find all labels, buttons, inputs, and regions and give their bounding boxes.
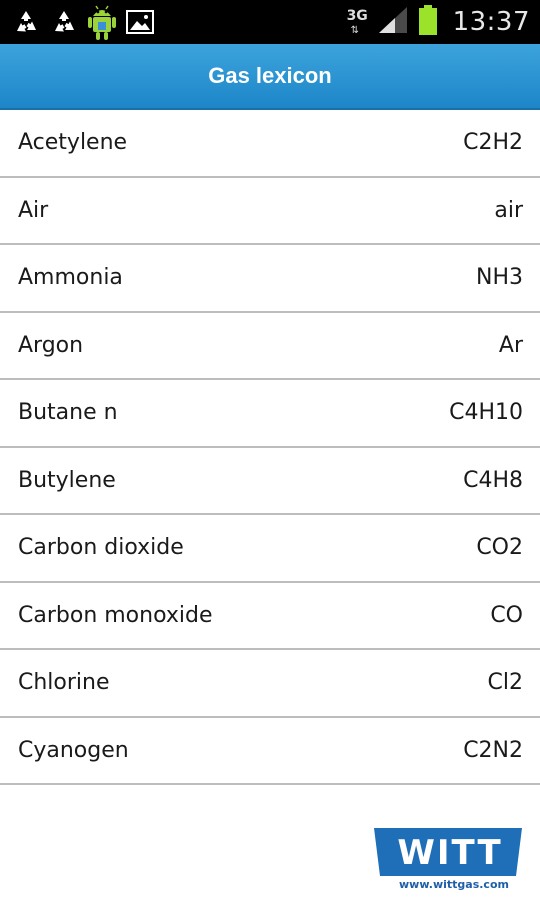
witt-logo[interactable]: WITT www.wittgas.com — [370, 826, 526, 896]
list-item[interactable]: Carbon dioxide CO2 — [0, 515, 540, 583]
list-item[interactable]: Butylene C4H8 — [0, 448, 540, 515]
recycle-icon — [10, 6, 42, 38]
gas-formula: air — [494, 197, 523, 223]
gas-name: Argon — [18, 332, 84, 358]
gas-name: Carbon monoxide — [18, 602, 213, 628]
gas-name: Air — [18, 197, 49, 223]
system-indicators: 3G ⇅ 13:37 — [347, 4, 530, 40]
list-item[interactable]: Chlorine Cl2 — [0, 650, 540, 718]
logo-url: www.wittgas.com — [399, 878, 509, 891]
gas-formula: C4H10 — [449, 400, 523, 426]
gas-name: Acetylene — [18, 130, 128, 156]
battery-icon — [417, 4, 439, 41]
list-item[interactable]: Ammonia NH3 — [0, 245, 540, 313]
gas-formula: Cl2 — [487, 670, 523, 696]
gas-formula: C2N2 — [463, 737, 523, 763]
list-item[interactable]: Argon Ar — [0, 313, 540, 380]
gas-formula: CO2 — [476, 535, 523, 561]
gallery-icon — [124, 6, 156, 38]
status-bar: 3G ⇅ 13:37 — [0, 0, 540, 44]
page-title: Gas lexicon — [208, 63, 332, 88]
gas-formula: Ar — [498, 332, 523, 358]
gas-name: Carbon dioxide — [18, 535, 184, 561]
witt-logo-badge: WITT — [374, 828, 522, 876]
gas-name: Cyanogen — [18, 737, 129, 763]
gas-formula: CO — [490, 602, 523, 628]
notification-icons — [10, 5, 156, 40]
gas-formula: C2H2 — [463, 130, 523, 156]
clock: 13:37 — [452, 7, 530, 37]
list-item[interactable]: Cyanogen C2N2 — [0, 718, 540, 785]
list-item[interactable]: Butane n C4H10 — [0, 380, 540, 448]
gas-list: Acetylene C2H2 Air air Ammonia NH3 Argon… — [0, 110, 540, 785]
title-bar: Gas lexicon — [0, 44, 540, 110]
gas-name: Butane n — [18, 400, 118, 426]
gas-formula: C4H8 — [463, 467, 523, 493]
network-type-indicator: 3G ⇅ — [347, 7, 369, 37]
network-type-label: 3G — [346, 8, 368, 24]
gas-name: Butylene — [18, 467, 116, 493]
signal-strength-icon — [377, 5, 409, 40]
list-item[interactable]: Acetylene C2H2 — [0, 110, 540, 178]
logo-brand-text: WITT — [397, 833, 502, 873]
gas-formula: NH3 — [476, 265, 523, 291]
list-item[interactable]: Carbon monoxide CO — [0, 583, 540, 650]
recycle-icon — [48, 6, 80, 38]
gas-name: Ammonia — [18, 265, 123, 291]
android-icon — [86, 5, 118, 40]
data-arrows-icon: ⇅ — [350, 25, 359, 36]
list-item[interactable]: Air air — [0, 178, 540, 245]
gas-name: Chlorine — [18, 670, 110, 696]
